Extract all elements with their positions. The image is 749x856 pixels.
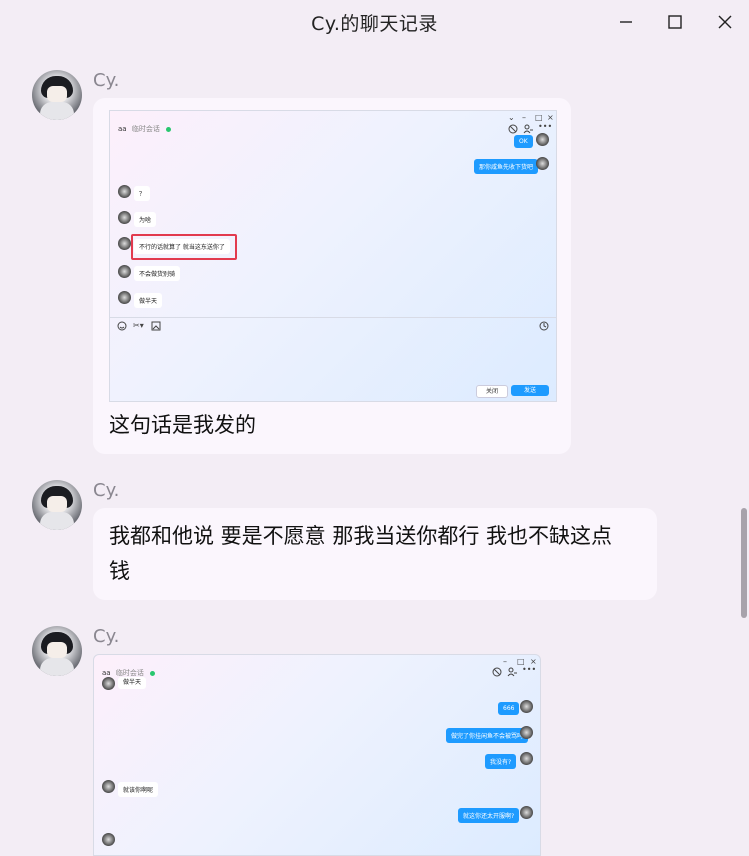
avatar [536, 133, 549, 146]
chat-message-out: 那你咸鱼先收下货吧 [474, 159, 539, 174]
avatar[interactable] [32, 480, 82, 530]
minimize-icon: – [503, 657, 507, 666]
chat-message-in: ？ [134, 186, 151, 201]
add-user-icon [507, 667, 517, 677]
sender-name: Cy. [93, 626, 120, 647]
maximize-icon: □ [535, 113, 543, 122]
contact-status: 临时会话 [131, 125, 160, 133]
avatar [102, 780, 115, 793]
sender-name: Cy. [93, 480, 120, 501]
message-text-line: 我都和他说 要是不愿意 那我当送你都行 我也不缺这点 [109, 524, 613, 548]
message-text-line: 钱 [109, 559, 130, 583]
block-icon [508, 124, 518, 134]
scissors-icon: ✂▾ [133, 321, 144, 330]
block-icon [492, 667, 502, 677]
chat-message-out: 做完了你挂闲鱼不会被骂吗 [446, 728, 529, 743]
chat-message-in: 做半天 [134, 293, 163, 308]
avatar [520, 752, 533, 765]
avatar [520, 700, 533, 713]
maximize-button[interactable] [661, 8, 689, 36]
sender-name: Cy. [93, 70, 120, 91]
close-icon [718, 15, 732, 29]
send-button[interactable]: 发送 [511, 385, 549, 396]
avatar [118, 211, 131, 224]
chat-message-in: 不会做货别骑 [134, 266, 181, 281]
scrollbar-thumb[interactable] [741, 508, 747, 618]
chat-header: aa 临时会话 [118, 124, 172, 134]
minimize-icon [620, 21, 632, 23]
contact-status: 临时会话 [115, 669, 144, 677]
contact-name: aa [102, 669, 111, 677]
avatar [118, 291, 131, 304]
avatar[interactable] [32, 626, 82, 676]
screenshot-image[interactable]: ⌄ – □ × aa 临时会话 ••• OK 那你咸鱼先收下货吧 ？ 为啥 不行… [109, 110, 557, 402]
chat-message-out: 我没有? [485, 754, 517, 769]
history-icon [539, 321, 549, 331]
avatar [102, 677, 115, 690]
more-icon: ••• [522, 665, 537, 674]
divider [110, 317, 556, 318]
chat-message-out: OK [514, 135, 533, 148]
more-icon: ••• [538, 122, 553, 131]
message-text: 这句话是我发的 [109, 413, 256, 437]
minimize-icon: – [522, 113, 526, 122]
highlight-box [131, 234, 237, 260]
online-dot-icon [166, 126, 172, 132]
close-icon: × [547, 113, 554, 122]
chat-message-in: 做半天 [118, 677, 147, 689]
emoji-icon [117, 321, 127, 331]
avatar [520, 726, 533, 739]
chevron-down-icon: ⌄ [508, 113, 515, 122]
avatar [118, 237, 131, 250]
avatar [536, 157, 549, 170]
chat-message-out: 666 [498, 702, 520, 715]
minimize-button[interactable] [612, 8, 640, 36]
chat-message-out: 就这你还太开服啊? [458, 808, 520, 823]
message-bubble: 我都和他说 要是不愿意 那我当送你都行 我也不缺这点 钱 [93, 508, 657, 600]
contact-name: aa [118, 125, 127, 133]
close-chat-button[interactable]: 关闭 [476, 385, 508, 398]
online-dot-icon [150, 670, 156, 676]
avatar [102, 833, 115, 846]
screenshot-image[interactable]: – □ × aa 临时会话 ••• 做半天 666 做完了你挂闲鱼不会被骂吗 我… [93, 654, 541, 856]
close-button[interactable] [711, 8, 739, 36]
avatar[interactable] [32, 70, 82, 120]
chat-message-in: 为啥 [134, 212, 157, 227]
avatar [118, 185, 131, 198]
chat-message-in: 就该你啊呢 [118, 782, 159, 797]
image-icon [151, 321, 161, 331]
message-bubble: ⌄ – □ × aa 临时会话 ••• OK 那你咸鱼先收下货吧 ？ 为啥 不行… [93, 98, 571, 454]
avatar [118, 265, 131, 278]
window-titlebar: Cy.的聊天记录 [0, 0, 749, 44]
avatar [520, 806, 533, 819]
scrollbar[interactable] [737, 44, 749, 841]
maximize-icon [668, 15, 682, 29]
add-user-icon [523, 124, 533, 134]
